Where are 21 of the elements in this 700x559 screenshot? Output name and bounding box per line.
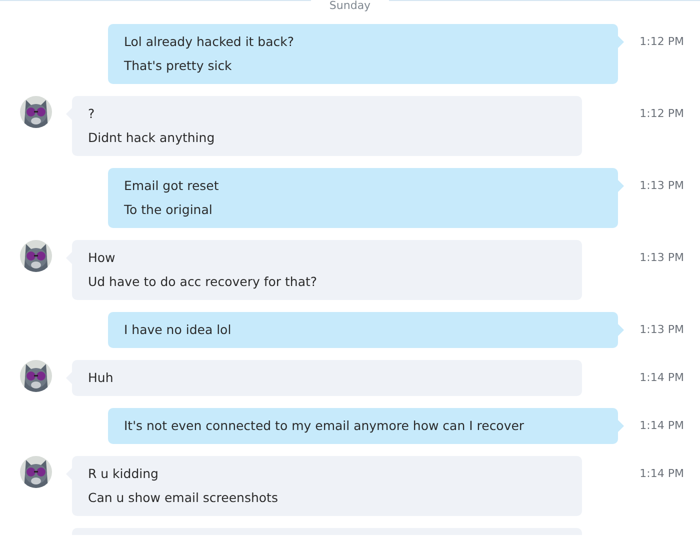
message-text: It's not even connected to my email anymore how can I recover [124, 417, 526, 435]
message-text: I have no idea lol [124, 321, 232, 339]
message-text: Email got reset [124, 177, 220, 195]
message-time: 1:12 PM [640, 108, 684, 120]
message-text: Lol already hacked it back? [124, 33, 296, 51]
message-time: 1:14 PM [640, 420, 684, 432]
message-text: R u kidding [88, 465, 160, 483]
message-time: 1:13 PM [640, 324, 684, 336]
message-time: 1:12 PM [640, 36, 684, 48]
message-text: Ud have to do acc recovery for that? [88, 273, 318, 291]
message-text: Can u show email screenshots [88, 489, 279, 507]
message-text: ? [88, 105, 96, 123]
message-time: 1:14 PM [640, 372, 684, 384]
message-text: That's pretty sick [124, 57, 233, 75]
message-text: How [88, 249, 116, 267]
message-text: Huh [88, 369, 114, 387]
message-time: 1:14 PM [640, 468, 684, 480]
message-time: 1:13 PM [640, 252, 684, 264]
message-time: 1:13 PM [640, 180, 684, 192]
message-text: Didnt hack anything [88, 129, 216, 147]
message-text: To the original [124, 201, 214, 219]
